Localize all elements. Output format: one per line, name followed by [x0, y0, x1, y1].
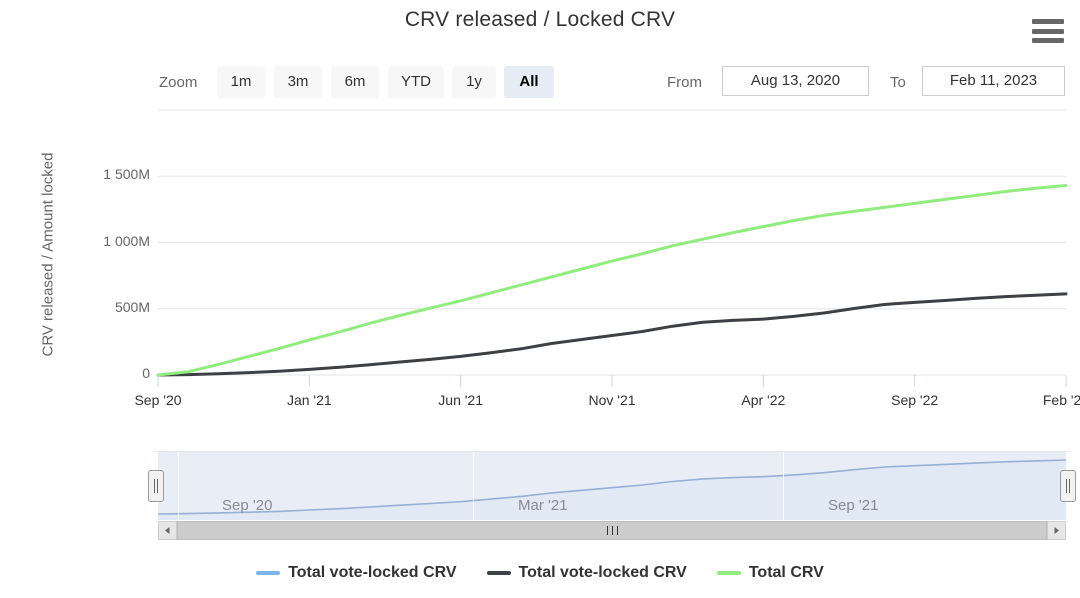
- y-axis-tick-label: 1 000M: [103, 232, 150, 249]
- x-axis-tick-label: Nov '21: [588, 392, 636, 408]
- grip-line: [616, 526, 618, 535]
- grip-line: [611, 526, 613, 535]
- x-axis-tick-label: Feb '23: [1042, 392, 1080, 408]
- chart-x-axis-ticks: [157, 375, 1067, 387]
- navigator-handle-right[interactable]: [1060, 470, 1076, 502]
- range-button-all[interactable]: All: [504, 66, 554, 98]
- chevron-left-icon[interactable]: [158, 521, 177, 540]
- scrollbar-track[interactable]: [177, 521, 1047, 540]
- y-axis-tick-label: 0: [142, 365, 150, 381]
- legend-label: Total CRV: [748, 564, 824, 581]
- hamburger-bar-1: [1032, 19, 1064, 24]
- series-line[interactable]: [156, 184, 1068, 377]
- y-axis-tick-label: 1 500M: [103, 166, 150, 183]
- chart-series-layer: [156, 184, 1068, 377]
- navigator-xlabel-1: Mar '21: [518, 497, 568, 514]
- legend-item[interactable]: Total vote-locked CRV: [256, 564, 457, 582]
- navigator-gridline: [178, 452, 179, 520]
- page-title: CRV released / Locked CRV: [404, 8, 676, 31]
- zoom-label: Zoom: [159, 74, 198, 91]
- range-button-ytd[interactable]: YTD: [388, 66, 444, 98]
- grip-line: [606, 526, 608, 535]
- x-axis-tick-label: Sep '22: [891, 392, 939, 408]
- navigator-gridline: [783, 452, 784, 520]
- hamburger-bar-3: [1032, 38, 1064, 43]
- legend-color-swatch: [256, 571, 281, 575]
- legend-label: Total vote-locked CRV: [518, 564, 687, 581]
- range-button-3m[interactable]: 3m: [274, 66, 322, 98]
- grip-line: [1066, 479, 1067, 493]
- navigator-handle-left[interactable]: [148, 470, 164, 502]
- to-label: To: [890, 74, 906, 91]
- legend-label: Total vote-locked CRV: [288, 564, 457, 581]
- grip-line: [154, 479, 155, 493]
- x-axis-tick-label: Apr '22: [741, 392, 786, 408]
- y-axis-tick-label: 500M: [114, 298, 150, 315]
- chevron-right-icon[interactable]: [1047, 521, 1066, 540]
- hamburger-menu-icon[interactable]: [1032, 17, 1064, 45]
- navigator-xlabel-0: Sep '20: [222, 497, 273, 514]
- navigator[interactable]: Sep '20 Mar '21 Sep '21: [148, 451, 1076, 520]
- range-button-1m[interactable]: 1m: [217, 66, 265, 98]
- navigator-selection-mask[interactable]: [158, 452, 1066, 520]
- from-label: From: [667, 74, 702, 91]
- x-axis-tick-label: Jan '21: [286, 392, 332, 408]
- hamburger-bar-2: [1032, 28, 1064, 34]
- grip-line: [1069, 479, 1070, 493]
- grip-line: [157, 479, 158, 493]
- chart-gridlines: [158, 109, 1066, 376]
- range-button-1y[interactable]: 1y: [452, 66, 496, 98]
- to-date-input[interactable]: [922, 66, 1065, 96]
- navigator-scrollbar[interactable]: [158, 521, 1066, 540]
- legend-color-swatch: [716, 571, 741, 575]
- range-selector: Zoom 1m 3m 6m YTD 1y All From To: [0, 66, 1080, 100]
- legend-item[interactable]: Total vote-locked CRV: [486, 564, 687, 582]
- from-date-input[interactable]: [722, 66, 869, 96]
- scrollbar-thumb[interactable]: [177, 521, 1047, 540]
- chart-legend: Total vote-locked CRV Total vote-locked C…: [0, 564, 1080, 582]
- x-axis-tick-label: Sep '20: [134, 392, 182, 408]
- navigator-xlabel-2: Sep '21: [828, 497, 879, 514]
- legend-color-swatch: [486, 571, 511, 575]
- series-line[interactable]: [156, 292, 1068, 377]
- x-axis-tick-label: Jun '21: [438, 392, 484, 408]
- x-axis-tick-labels: Sep '20 Jan '21 Jun '21 Nov '21 Apr '22 Sep '…: [0, 392, 1080, 418]
- navigator-gridline: [473, 452, 474, 520]
- range-button-6m[interactable]: 6m: [331, 66, 379, 98]
- legend-item[interactable]: Total CRV: [716, 564, 824, 582]
